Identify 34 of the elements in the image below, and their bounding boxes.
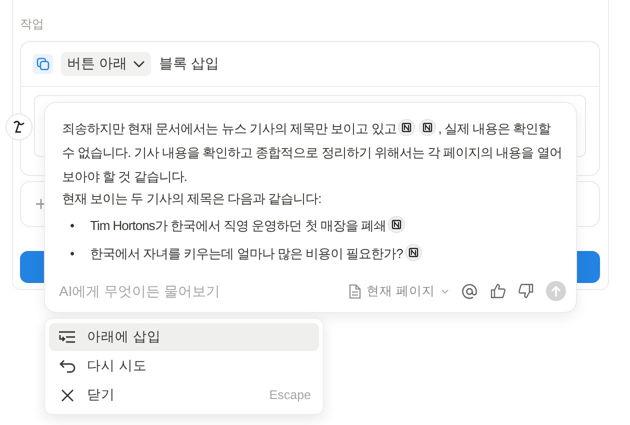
action-label: 블록 삽입 bbox=[158, 55, 219, 73]
thumbs-up-icon[interactable] bbox=[490, 283, 506, 299]
arrow-up-icon bbox=[551, 286, 561, 296]
response-text: 보아야 할 것 같습니다. bbox=[62, 169, 187, 184]
response-text: , 실제 내용은 확인할 bbox=[438, 121, 551, 136]
page-icon[interactable] bbox=[388, 216, 405, 233]
chevron-down-icon bbox=[132, 60, 145, 68]
page-icon[interactable] bbox=[419, 119, 436, 136]
bullet-marker: • bbox=[70, 245, 76, 263]
menu-item[interactable]: 닫기 Escape bbox=[49, 381, 319, 409]
menu-item[interactable]: 다시 시도 bbox=[49, 352, 319, 380]
page-icon[interactable] bbox=[398, 119, 416, 136]
close-icon bbox=[60, 388, 74, 402]
page-icon[interactable] bbox=[404, 244, 422, 261]
document-icon bbox=[348, 284, 361, 298]
section-label: 작업 bbox=[20, 16, 44, 33]
mention-icon[interactable] bbox=[461, 282, 478, 300]
thumbs-down-icon[interactable] bbox=[518, 283, 534, 299]
response-text: 죄송하지만 현재 문서에서는 뉴스 기사의 제목만 보이고 있고 bbox=[62, 121, 396, 136]
shortcut-hint: Escape bbox=[269, 388, 311, 402]
response-text: 현재 보이는 두 기사의 제목은 다음과 같습니다: bbox=[62, 191, 322, 206]
response-text: 한국에서 자녀를 키우는데 얼마나 많은 비용이 필요한가? bbox=[90, 246, 403, 261]
insert-below-icon bbox=[58, 330, 76, 344]
undo-arrow-icon bbox=[58, 359, 76, 373]
copy-icon bbox=[36, 57, 50, 71]
response-text: 수 없습니다. 기사 내용을 확인하고 종합적으로 정리하기 위해서는 각 페이지의 내용을 열어 bbox=[62, 145, 562, 160]
bullet-marker: • bbox=[70, 217, 76, 235]
response-text: Tim Hortons가 한국에서 직영 운영하던 첫 매장을 폐쇄 bbox=[90, 218, 386, 233]
plus-icon bbox=[35, 198, 47, 210]
chevron-down-icon bbox=[441, 288, 449, 294]
context-selector[interactable]: 현재 페이지 bbox=[348, 282, 449, 300]
prompt-field[interactable]: AI에게 무엇이든 물어보기 bbox=[57, 278, 337, 304]
menu-item[interactable]: 아래에 삽입 bbox=[49, 323, 319, 351]
position-dropdown[interactable]: 버튼 아래 bbox=[61, 52, 151, 76]
